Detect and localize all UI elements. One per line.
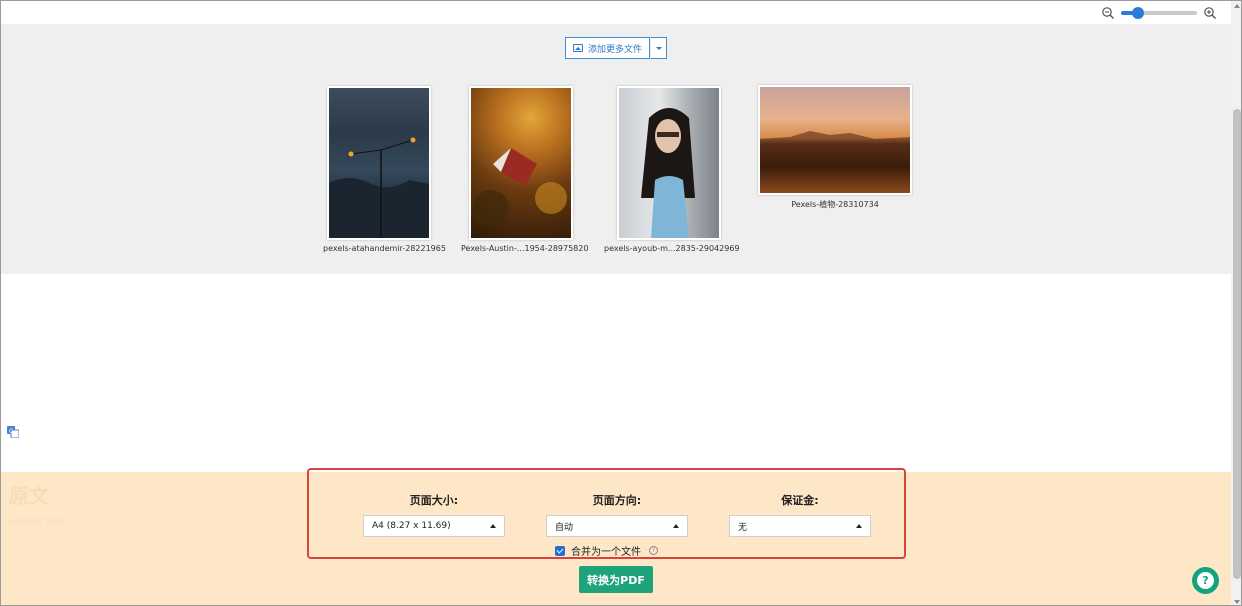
orientation-option: 页面方向: 自动	[546, 492, 688, 537]
caret-up-icon	[673, 524, 679, 528]
add-files-dropdown-button[interactable]	[651, 37, 668, 59]
page-size-select[interactable]: A4 (8.27 x 11.69)	[363, 515, 505, 537]
scroll-up-icon[interactable]	[1234, 4, 1240, 8]
translate-icon[interactable]: G	[7, 423, 20, 439]
zoom-out-icon[interactable]	[1101, 6, 1115, 20]
conversion-options: 页面大小: A4 (8.27 x 11.69) 页面方向: 自动 保证金: 无 …	[307, 468, 906, 559]
svg-text:G: G	[9, 428, 14, 435]
help-chat-button[interactable]: ?	[1192, 567, 1219, 594]
section-title: 原文	[9, 484, 49, 508]
orientation-select[interactable]: 自动	[546, 515, 688, 537]
zoom-control	[1101, 5, 1217, 21]
vertical-scrollbar[interactable]	[1231, 1, 1241, 605]
zoom-in-icon[interactable]	[1203, 6, 1217, 20]
zoom-slider[interactable]	[1121, 7, 1197, 19]
app-window: 添加更多文件 pexels-atahandemir-28221965 Pexel…	[0, 0, 1242, 606]
margin-value: 无	[738, 522, 748, 533]
file-gallery: 添加更多文件 pexels-atahandemir-28221965 Pexel…	[1, 24, 1231, 274]
file-thumbnail[interactable]: Pexels-Austin-...1954-28975820	[461, 86, 589, 253]
margin-select[interactable]: 无	[729, 515, 871, 537]
margin-label: 保证金:	[781, 494, 819, 507]
file-thumbnail[interactable]: pexels-atahandemir-28221965	[323, 86, 446, 253]
merge-option: 合并为一个文件 ?	[309, 543, 904, 558]
caret-up-icon	[856, 524, 862, 528]
caret-up-icon	[490, 524, 496, 528]
thumbnail-image	[469, 86, 573, 240]
page-size-option: 页面大小: A4 (8.27 x 11.69)	[363, 492, 505, 537]
thumbnail-caption: Pexels-植物-28310734	[791, 200, 879, 209]
thumbnail-caption: Pexels-Austin-...1954-28975820	[461, 244, 589, 253]
orientation-value: 自动	[555, 522, 574, 533]
add-more-files-label: 添加更多文件	[588, 44, 643, 55]
chevron-down-icon	[655, 46, 662, 50]
thumbnail-image	[617, 86, 721, 240]
merge-checkbox[interactable]	[555, 545, 565, 556]
file-thumbnail[interactable]: Pexels-植物-28310734	[758, 85, 912, 210]
help-icon[interactable]: ?	[649, 546, 658, 555]
thumbnail-caption: pexels-atahandemir-28221965	[323, 244, 446, 253]
section-subtitle: source text	[9, 516, 66, 527]
page-size-value: A4 (8.27 x 11.69)	[372, 521, 451, 531]
page-size-label: 页面大小:	[409, 494, 459, 507]
scroll-down-icon[interactable]	[1234, 600, 1240, 604]
convert-to-pdf-button[interactable]: 转换为PDF	[579, 566, 653, 593]
thumbnail-image	[327, 86, 431, 240]
orientation-label: 页面方向:	[592, 494, 642, 507]
margin-option: 保证金: 无	[729, 492, 871, 537]
thumbnail-caption: pexels-ayoub-m...2835-29042969	[604, 244, 740, 253]
zoom-slider-handle[interactable]	[1131, 7, 1144, 19]
add-more-files-button[interactable]: 添加更多文件	[565, 37, 651, 59]
image-icon	[573, 44, 583, 52]
question-icon: ?	[1197, 572, 1214, 589]
thumbnail-image	[758, 85, 912, 195]
merge-label[interactable]: 合并为一个文件	[571, 543, 641, 558]
file-thumbnail[interactable]: pexels-ayoub-m...2835-29042969	[604, 86, 740, 253]
scrollbar-thumb[interactable]	[1233, 109, 1241, 579]
top-toolbar	[1, 1, 1231, 24]
add-files-group: 添加更多文件	[565, 37, 668, 59]
